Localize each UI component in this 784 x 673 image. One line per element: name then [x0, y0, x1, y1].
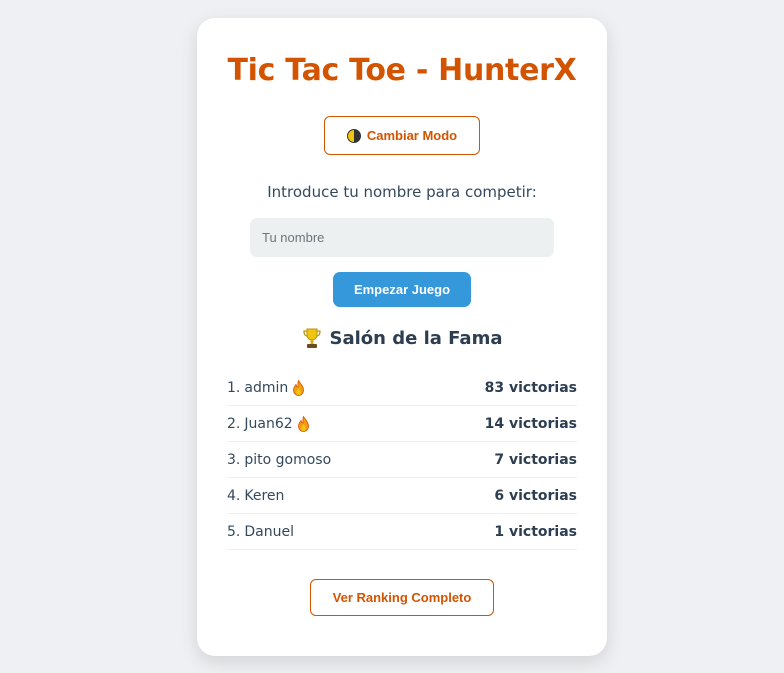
main-card: Tic Tac Toe - HunterX Cambiar Modo Intro… [197, 18, 607, 656]
ranking-list: 1. admin 83 victorias 2. Juan62 14 victo… [227, 370, 577, 550]
rank-number: 4. [227, 487, 241, 504]
player-name: admin [244, 379, 289, 396]
player-name: Juan62 [244, 415, 293, 432]
fire-icon [293, 379, 305, 396]
rank-number: 3. [227, 451, 241, 468]
player-wins: 14 victorias [484, 415, 577, 432]
player-name: Danuel [244, 523, 294, 540]
toggle-mode-label: Cambiar Modo [366, 128, 458, 143]
half-moon-icon [346, 128, 361, 143]
view-full-ranking-button[interactable]: Ver Ranking Completo [310, 579, 494, 616]
player-wins: 6 victorias [494, 487, 577, 504]
ranking-row: 2. Juan62 14 victorias [227, 406, 577, 442]
player-wins: 1 victorias [494, 523, 577, 540]
page-title: Tic Tac Toe - HunterX [227, 53, 577, 88]
ranking-row: 5. Danuel 1 victorias [227, 514, 577, 550]
name-prompt: Introduce tu nombre para competir: [267, 183, 537, 201]
ranking-row: 4. Keren 6 victorias [227, 478, 577, 514]
rank-number: 2. [227, 415, 241, 432]
fire-icon [297, 415, 309, 432]
name-input[interactable] [250, 218, 554, 257]
trophy-icon [302, 328, 321, 348]
ranking-row: 3. pito gomoso 7 victorias [227, 442, 577, 478]
hall-of-fame-heading: Salón de la Fama [197, 327, 607, 349]
ranking-row: 1. admin 83 victorias [227, 370, 577, 406]
toggle-mode-button[interactable]: Cambiar Modo [324, 116, 480, 155]
player-name: Keren [244, 487, 285, 504]
player-wins: 83 victorias [484, 379, 577, 396]
player-name: pito gomoso [244, 451, 332, 468]
rank-number: 5. [227, 523, 241, 540]
hall-of-fame-title: Salón de la Fama [329, 327, 503, 349]
player-wins: 7 victorias [494, 451, 577, 468]
rank-number: 1. [227, 379, 241, 396]
start-game-button[interactable]: Empezar Juego [333, 272, 471, 307]
